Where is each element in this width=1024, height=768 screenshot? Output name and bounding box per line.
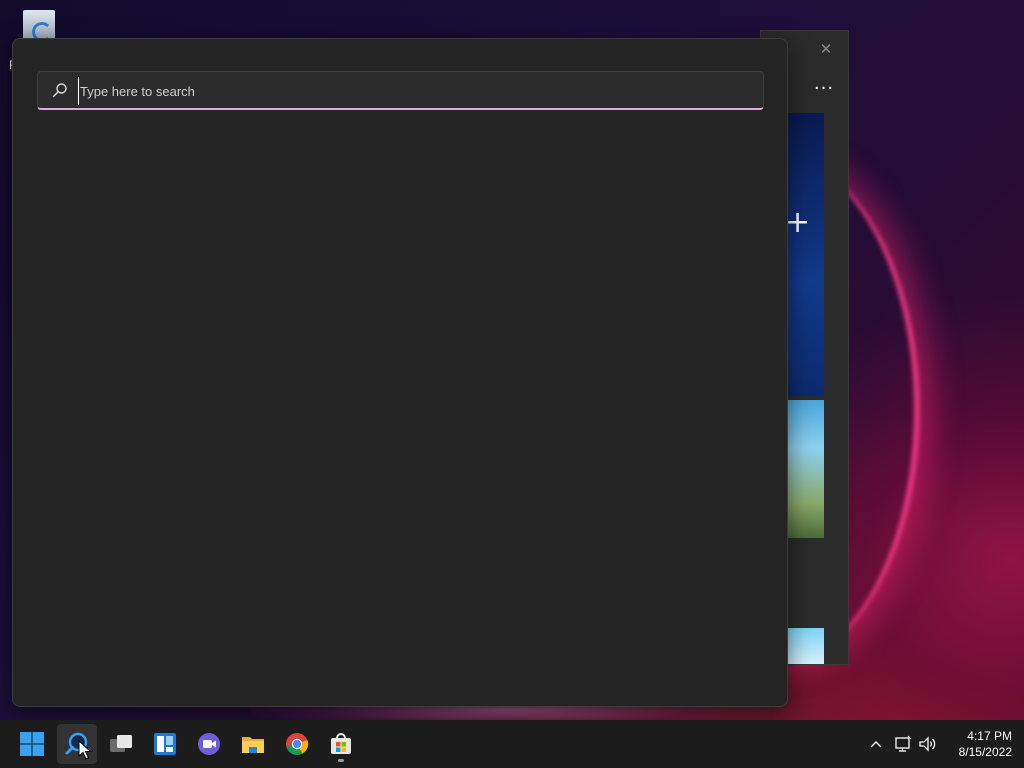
- windows-logo-icon: [20, 732, 44, 756]
- thumbnail-image[interactable]: [787, 628, 824, 664]
- search-input[interactable]: [78, 77, 738, 105]
- thumbnail-image[interactable]: [787, 113, 824, 396]
- more-options-icon[interactable]: ···: [810, 78, 838, 100]
- teams-chat-icon: [198, 733, 220, 755]
- thumbnail-image[interactable]: [787, 400, 824, 538]
- search-icon: [52, 83, 67, 98]
- chrome-button[interactable]: [277, 724, 317, 764]
- volume-icon[interactable]: [918, 734, 938, 754]
- mouse-cursor-icon: [78, 740, 92, 760]
- search-box[interactable]: [37, 71, 764, 110]
- file-explorer-button[interactable]: [233, 724, 273, 764]
- add-icon: +: [785, 205, 811, 240]
- show-hidden-icons-icon[interactable]: [866, 734, 886, 754]
- task-view-icon: [110, 735, 132, 752]
- widgets-button[interactable]: [145, 724, 185, 764]
- clock-date: 8/15/2022: [958, 745, 1012, 759]
- running-indicator: [338, 759, 344, 762]
- search-flyout: [12, 38, 788, 707]
- widgets-icon: [154, 733, 176, 755]
- chrome-icon: [286, 733, 309, 755]
- close-icon[interactable]: ✕: [815, 38, 837, 60]
- folder-icon: [242, 737, 264, 753]
- microsoft-store-icon: [331, 733, 351, 754]
- chat-button[interactable]: [189, 724, 229, 764]
- store-button[interactable]: [321, 724, 361, 764]
- network-icon[interactable]: [893, 734, 913, 754]
- task-view-button[interactable]: [101, 724, 141, 764]
- clock-time: 4:17 PM: [967, 729, 1012, 743]
- start-button[interactable]: [12, 724, 52, 764]
- clock[interactable]: 4:17 PM 8/15/2022: [944, 728, 1012, 760]
